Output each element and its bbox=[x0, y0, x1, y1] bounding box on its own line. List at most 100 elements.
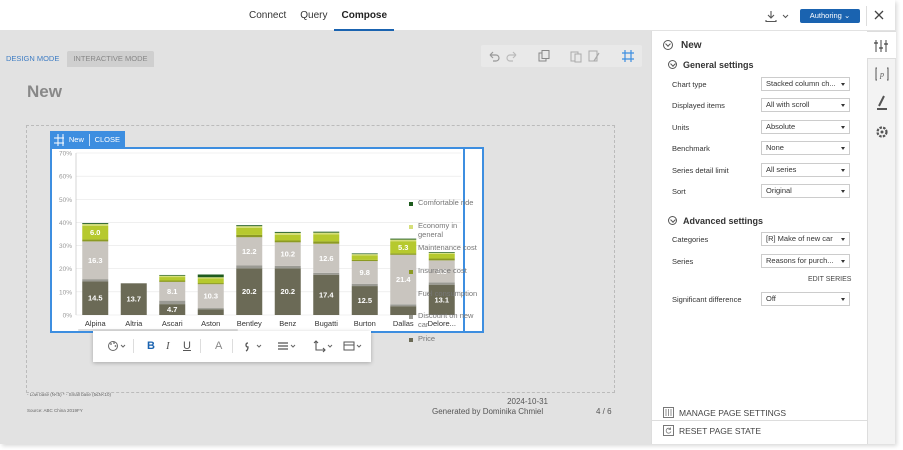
app-window: Connect Query Compose Authoring ⌄ DESIGN… bbox=[0, 0, 896, 444]
download-button[interactable] bbox=[764, 9, 790, 23]
advanced-settings-header[interactable]: Advanced settings bbox=[683, 216, 763, 226]
tab-query[interactable]: Query bbox=[293, 0, 334, 31]
axis-icon[interactable] bbox=[313, 339, 335, 353]
duplicate-icon[interactable] bbox=[537, 49, 551, 63]
y-tick-label: 10% bbox=[59, 289, 72, 296]
data-label: 17.4 bbox=[319, 290, 334, 299]
interactive-mode-tab[interactable]: INTERACTIVE MODE bbox=[67, 51, 154, 67]
bar-segment bbox=[428, 252, 455, 253]
reset-page-state-button[interactable]: RESET PAGE STATE bbox=[663, 425, 761, 436]
legend-item[interactable]: Fuel consumption bbox=[409, 289, 478, 298]
chart-widget[interactable]: 0% 10% 20% 30% 40% 50% 60% 70% 14.5 16.3 6.0 Alpina… bbox=[50, 147, 484, 333]
grid-icon[interactable] bbox=[621, 49, 635, 63]
units-value: Absolute bbox=[766, 122, 796, 131]
italic-button[interactable]: I bbox=[166, 339, 170, 353]
x-tick-label: Altria bbox=[125, 319, 143, 328]
chart-type-label: Chart type bbox=[672, 80, 707, 89]
font-color-button[interactable]: A bbox=[215, 339, 222, 353]
data-label: 10.2 bbox=[280, 250, 295, 259]
legend-item[interactable]: Comfortable ride bbox=[409, 198, 478, 207]
chart-legend-scrollbar bbox=[463, 149, 484, 331]
legend-item[interactable]: Discount on new car bbox=[409, 311, 478, 329]
data-label: 5.3 bbox=[398, 243, 408, 252]
collapse-advanced-icon[interactable] bbox=[668, 216, 677, 225]
panel-title: New bbox=[681, 40, 702, 51]
y-tick-label: 60% bbox=[59, 174, 72, 181]
palette-icon[interactable] bbox=[107, 339, 127, 353]
divider bbox=[133, 339, 134, 353]
authoring-button[interactable]: Authoring ⌄ bbox=[800, 9, 860, 23]
tab-compose[interactable]: Compose bbox=[334, 0, 395, 31]
rail-settings-tab[interactable] bbox=[867, 31, 896, 59]
bar-segment bbox=[274, 265, 301, 269]
data-label: 13.7 bbox=[126, 295, 141, 304]
collapse-panel-icon[interactable] bbox=[663, 40, 673, 50]
clipboard-edit-icon[interactable] bbox=[587, 49, 601, 63]
quote-icon[interactable] bbox=[243, 339, 265, 353]
x-tick-label: Dallas bbox=[393, 319, 414, 328]
canvas-toolbar bbox=[481, 45, 642, 67]
legend-item[interactable]: Price bbox=[409, 334, 478, 343]
legend-swatch bbox=[409, 202, 413, 206]
align-icon[interactable] bbox=[276, 339, 300, 353]
data-label: 12.2 bbox=[242, 247, 257, 256]
page-title[interactable]: New bbox=[27, 82, 62, 102]
mode-switcher: DESIGN MODE INTERACTIVE MODE bbox=[0, 51, 156, 67]
legend-label: Maintenance cost bbox=[418, 243, 477, 252]
series-detail-limit-value: All series bbox=[766, 165, 797, 174]
y-tick-label: 40% bbox=[59, 220, 72, 227]
footer-base-note: - Low base (N<5) * - Small base (5≤N<10) bbox=[27, 392, 112, 397]
footer-source: Source: ABC China 2019FY bbox=[27, 408, 83, 413]
bar-segment bbox=[390, 239, 417, 242]
design-mode-tab[interactable]: DESIGN MODE bbox=[0, 51, 66, 67]
legend-item[interactable]: Maintenance cost bbox=[409, 243, 478, 252]
legend-swatch bbox=[409, 293, 413, 297]
bar-segment bbox=[313, 272, 340, 275]
bar-segment bbox=[428, 258, 455, 261]
undo-icon[interactable] bbox=[487, 49, 501, 63]
displayed-items-value: All with scroll bbox=[766, 100, 810, 109]
underline-button[interactable]: U bbox=[183, 339, 191, 353]
move-icon[interactable] bbox=[53, 133, 64, 147]
gear-icon bbox=[876, 126, 888, 138]
displayed-items-label: Displayed items bbox=[672, 101, 725, 110]
general-settings-header[interactable]: General settings bbox=[683, 60, 754, 70]
bold-button[interactable]: B bbox=[147, 339, 155, 353]
tab-connect[interactable]: Connect bbox=[242, 0, 293, 31]
legend-label: Price bbox=[418, 334, 436, 343]
legend-label: Insurance cost bbox=[418, 266, 467, 275]
rail-parameters-tab[interactable]: p bbox=[868, 60, 896, 88]
close-window-button[interactable] bbox=[870, 6, 888, 24]
series-select[interactable]: Reasons for purch... bbox=[761, 254, 850, 268]
legend-item[interactable]: Insurance cost bbox=[409, 266, 478, 275]
significant-difference-select[interactable]: Off bbox=[761, 292, 850, 306]
bar-segment bbox=[390, 306, 417, 315]
rail-options-tab[interactable] bbox=[868, 118, 896, 146]
y-tick-label: 50% bbox=[59, 197, 72, 204]
manage-page-settings-button[interactable]: MANAGE PAGE SETTINGS bbox=[663, 407, 786, 418]
legend-item[interactable]: Economy in general bbox=[409, 221, 478, 239]
collapse-general-icon[interactable] bbox=[668, 60, 677, 69]
displayed-items-select[interactable]: All with scroll bbox=[761, 98, 850, 112]
rail-style-tab[interactable] bbox=[868, 89, 896, 117]
edit-series-link[interactable]: EDIT SERIES bbox=[808, 276, 851, 283]
benchmark-label: Benchmark bbox=[672, 144, 710, 153]
units-select[interactable]: Absolute bbox=[761, 120, 850, 134]
sort-select[interactable]: Original bbox=[761, 184, 850, 198]
chart-type-select[interactable]: Stacked column ch... bbox=[761, 77, 850, 91]
legend-swatch bbox=[409, 247, 413, 251]
manage-page-settings-label: MANAGE PAGE SETTINGS bbox=[679, 407, 787, 418]
paste-icon[interactable] bbox=[569, 49, 583, 63]
bar-segment bbox=[159, 275, 186, 278]
data-label: 12.6 bbox=[319, 254, 334, 263]
categories-label: Categories bbox=[672, 235, 709, 244]
layout-icon[interactable] bbox=[342, 339, 366, 353]
series-detail-limit-select[interactable]: All series bbox=[761, 163, 850, 177]
bar-segment bbox=[159, 274, 186, 276]
redo-icon[interactable] bbox=[505, 49, 519, 63]
benchmark-select[interactable]: None bbox=[761, 141, 850, 155]
legend-label: Fuel consumption bbox=[418, 289, 478, 298]
categories-select[interactable]: [R] Make of new car bbox=[761, 232, 850, 246]
legend-swatch bbox=[409, 270, 413, 274]
significant-difference-label: Significant difference bbox=[672, 295, 742, 304]
